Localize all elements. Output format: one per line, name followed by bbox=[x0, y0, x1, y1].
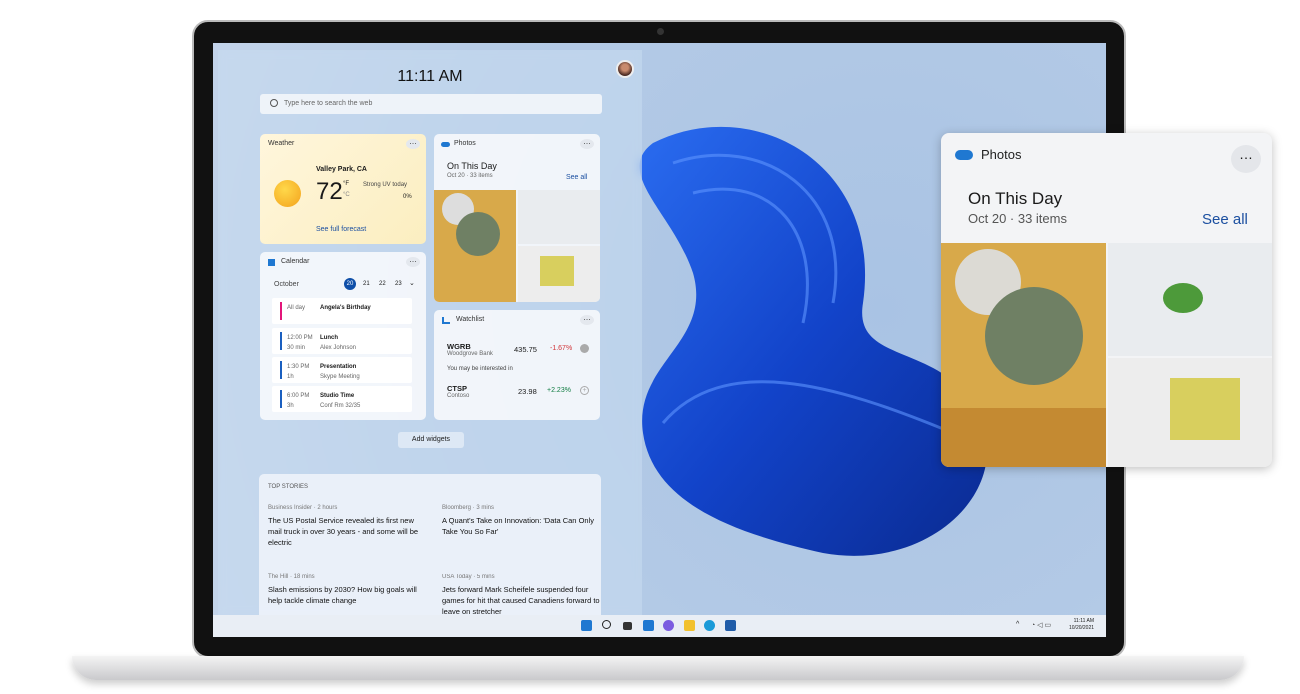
sun-icon bbox=[274, 180, 301, 207]
panel-clock: 11:11 AM bbox=[397, 68, 463, 85]
see-all-link[interactable]: See all bbox=[566, 174, 587, 181]
onedrive-icon bbox=[441, 142, 450, 147]
calendar-widget[interactable]: Calendar … October 20 21 22 23 ⌄ All day… bbox=[260, 252, 426, 420]
weather-condition: Strong UV today bbox=[363, 182, 408, 188]
added-check-icon[interactable] bbox=[580, 344, 589, 353]
watchlist-title: Watchlist bbox=[456, 316, 485, 323]
chart-icon bbox=[442, 317, 450, 324]
taskbar: ^ ◔ ◁ ▭ 11:11 AM 10/20/2021 bbox=[213, 615, 1106, 637]
file-explorer-icon[interactable] bbox=[684, 620, 695, 631]
weather-title: Weather bbox=[268, 140, 295, 147]
stock-price: 23.98 bbox=[518, 387, 537, 396]
interested-label: You may be interested in bbox=[447, 366, 513, 372]
stock-row[interactable]: WGRB Woodgrove Bank bbox=[447, 342, 493, 357]
calendar-event[interactable]: All day Angela's Birthday bbox=[272, 298, 412, 324]
day-23[interactable]: 23 bbox=[395, 281, 402, 287]
photos-widget[interactable]: Photos … On This Day Oct 20 · 33 items S… bbox=[434, 134, 600, 302]
system-tray-icons[interactable]: ◔ ◁ ▭ bbox=[1031, 621, 1051, 629]
calendar-event[interactable]: 1:30 PM 1h Presentation Skype Meeting bbox=[272, 357, 412, 383]
event-time: 1:30 PM 1h bbox=[287, 364, 310, 380]
photo-thumbnail[interactable] bbox=[518, 246, 600, 302]
windows-start-icon[interactable] bbox=[581, 620, 592, 631]
search-placeholder: Type here to search the web bbox=[284, 100, 373, 107]
more-options-icon[interactable]: … bbox=[406, 138, 420, 149]
store-icon[interactable] bbox=[725, 620, 736, 631]
event-name: Angela's Birthday bbox=[320, 305, 371, 311]
edge-icon[interactable] bbox=[704, 620, 715, 631]
temperature: 72 bbox=[316, 178, 343, 205]
search-icon bbox=[270, 99, 278, 107]
stock-change: +2.23% bbox=[547, 387, 571, 394]
avatar[interactable] bbox=[616, 60, 634, 78]
laptop-base bbox=[72, 656, 1244, 680]
unit-celsius[interactable]: °C bbox=[343, 192, 350, 198]
photo-thumbnail[interactable] bbox=[1108, 243, 1272, 356]
event-time: All day bbox=[287, 305, 306, 311]
event-name: Studio Time Conf Rm 32/35 bbox=[320, 393, 361, 409]
photos-title: Photos bbox=[981, 147, 1022, 162]
photo-thumbnail[interactable] bbox=[518, 190, 600, 244]
widgets-icon[interactable] bbox=[643, 620, 654, 631]
precipitation: 0% bbox=[403, 194, 412, 200]
weather-location: Valley Park, CA bbox=[316, 166, 367, 173]
unit-fahrenheit[interactable]: °F bbox=[343, 181, 349, 187]
add-plus-icon[interactable]: + bbox=[580, 386, 589, 395]
calendar-event[interactable]: 12:00 PM 30 min Lunch Alex Johnson bbox=[272, 328, 412, 354]
photo-thumbnail[interactable] bbox=[1108, 358, 1272, 467]
full-forecast-link[interactable]: See full forecast bbox=[316, 226, 366, 233]
photos-heading: On This Day bbox=[447, 161, 497, 171]
chevron-down-icon[interactable]: ⌄ bbox=[409, 279, 415, 287]
chat-icon[interactable] bbox=[663, 620, 674, 631]
calendar-icon bbox=[268, 259, 275, 266]
webcam bbox=[657, 28, 664, 35]
add-widgets-button[interactable]: Add widgets bbox=[398, 432, 464, 448]
onedrive-icon bbox=[955, 150, 973, 160]
photo-thumbnail[interactable] bbox=[941, 243, 1106, 467]
news-story[interactable]: Business Insider · 2 hours The US Postal … bbox=[268, 505, 428, 548]
calendar-title: Calendar bbox=[281, 258, 310, 265]
more-options-icon[interactable]: … bbox=[580, 314, 594, 325]
top-stories-title: TOP STORIES bbox=[268, 484, 309, 490]
day-21[interactable]: 21 bbox=[363, 281, 370, 287]
day-22[interactable]: 22 bbox=[379, 281, 386, 287]
watchlist-widget[interactable]: Watchlist … WGRB Woodgrove Bank 435.75 -1… bbox=[434, 310, 600, 420]
more-options-icon[interactable]: … bbox=[580, 138, 594, 149]
event-time: 12:00 PM 30 min bbox=[287, 335, 313, 351]
news-story[interactable]: USA Today · 5 mins Jets forward Mark Sche… bbox=[442, 574, 602, 616]
chevron-up-icon[interactable]: ^ bbox=[1016, 621, 1019, 628]
photos-subtitle: Oct 20 · 33 items bbox=[447, 173, 493, 179]
taskbar-clock[interactable]: 11:11 AM 10/20/2021 bbox=[1069, 618, 1094, 632]
photo-thumbnail[interactable] bbox=[434, 190, 516, 302]
more-options-icon[interactable]: … bbox=[406, 256, 420, 267]
news-story[interactable]: The Hill · 18 mins Slash emissions by 203… bbox=[268, 574, 428, 606]
task-view-icon[interactable] bbox=[623, 622, 632, 630]
event-name: Lunch Alex Johnson bbox=[320, 335, 357, 351]
day-20[interactable]: 20 bbox=[344, 278, 356, 290]
web-search-input[interactable]: Type here to search the web bbox=[260, 94, 602, 114]
photos-heading: On This Day bbox=[968, 189, 1063, 208]
search-icon[interactable] bbox=[602, 620, 611, 629]
stock-row[interactable]: CTSP Contoso bbox=[447, 384, 469, 399]
calendar-month: October bbox=[274, 281, 299, 288]
calendar-event[interactable]: 6:00 PM 3h Studio Time Conf Rm 32/35 bbox=[272, 386, 412, 412]
weather-widget[interactable]: Weather … Valley Park, CA 72 °F °C Stron… bbox=[260, 134, 426, 244]
event-name: Presentation Skype Meeting bbox=[320, 364, 360, 380]
photos-title: Photos bbox=[454, 140, 476, 147]
more-options-icon[interactable]: … bbox=[1231, 145, 1261, 173]
see-all-link[interactable]: See all bbox=[1202, 211, 1248, 228]
stock-change: -1.67% bbox=[550, 345, 573, 352]
stock-price: 435.75 bbox=[514, 345, 537, 354]
event-time: 6:00 PM 3h bbox=[287, 393, 310, 409]
news-story[interactable]: Bloomberg · 3 mins A Quant's Take on Inno… bbox=[442, 505, 602, 537]
top-stories-widget: TOP STORIES Business Insider · 2 hours Th… bbox=[259, 474, 601, 624]
photos-subtitle: Oct 20 · 33 items bbox=[968, 211, 1067, 226]
photos-widget-expanded[interactable]: Photos … On This Day Oct 20 · 33 items S… bbox=[941, 133, 1272, 467]
